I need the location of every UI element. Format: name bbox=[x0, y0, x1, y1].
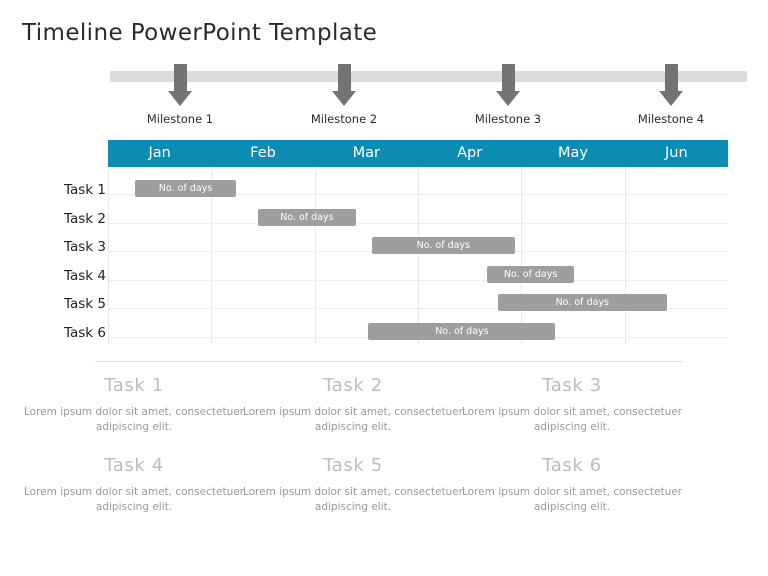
task-detail-body: Lorem ipsum dolor sit amet, consectetuer… bbox=[243, 486, 463, 513]
gantt-plot-area: No. of days No. of days No. of days No. of … bbox=[108, 167, 728, 344]
task-detail-heading: Task 5 bbox=[323, 455, 383, 476]
milestone-marker-4[interactable]: Milestone 4 bbox=[626, 64, 716, 126]
task-detail-body: Lorem ipsum dolor sit amet, consectetuer… bbox=[24, 406, 244, 433]
arrow-shaft bbox=[665, 64, 678, 92]
gantt-task-label-6: Task 6 bbox=[63, 324, 106, 341]
task-detail-heading: Task 6 bbox=[542, 455, 602, 476]
milestone-marker-3[interactable]: Milestone 3 bbox=[463, 64, 553, 126]
gantt-bar-task-6[interactable]: No. of days bbox=[368, 322, 556, 340]
task-detail-card-5: Task 5 Lorem ipsum dolor sit amet, consec… bbox=[243, 455, 463, 515]
milestone-arrow-down-icon bbox=[299, 64, 389, 108]
gantt-gridline-horizontal bbox=[108, 279, 728, 282]
arrow-head bbox=[168, 91, 192, 106]
milestone-arrow-down-icon bbox=[135, 64, 225, 108]
gantt-month-may: May bbox=[558, 145, 588, 161]
gantt-task-label-5: Task 5 bbox=[63, 296, 106, 312]
task-detail-heading: Task 2 bbox=[323, 375, 383, 396]
gantt-bar-task-3[interactable]: No. of days bbox=[371, 237, 516, 254]
task-detail-card-3: Task 3 Lorem ipsum dolor sit amet, consec… bbox=[462, 375, 682, 435]
milestone-arrow-down-icon bbox=[463, 64, 553, 108]
task-detail-heading: Task 4 bbox=[104, 455, 164, 476]
milestone-marker-1[interactable]: Milestone 1 bbox=[135, 64, 225, 126]
milestone-label: Milestone 3 bbox=[474, 112, 542, 126]
arrow-shaft bbox=[338, 64, 351, 92]
gantt-bar-task-5[interactable]: No. of days bbox=[497, 294, 668, 311]
arrow-shaft bbox=[502, 64, 515, 92]
milestone-arrow-down-icon bbox=[626, 64, 716, 108]
task-detail-heading: Task 3 bbox=[542, 375, 602, 396]
gantt-task-label-column: Task 1 Task 2 Task 3 Task 4 Task 5 Task 6 bbox=[28, 140, 106, 344]
milestone-label: Milestone 2 bbox=[310, 112, 378, 126]
task-detail-heading: Task 1 bbox=[104, 375, 164, 396]
gantt-month-header: Jan Feb Mar Apr May Jun bbox=[108, 140, 728, 167]
milestone-marker-2[interactable]: Milestone 2 bbox=[299, 64, 389, 126]
task-detail-body: Lorem ipsum dolor sit amet, consectetuer… bbox=[243, 406, 463, 433]
task-detail-card-2: Task 2 Lorem ipsum dolor sit amet, consec… bbox=[243, 375, 463, 435]
task-detail-card-6: Task 6 Lorem ipsum dolor sit amet, consec… bbox=[462, 455, 682, 515]
task-detail-body: Lorem ipsum dolor sit amet, consectetuer… bbox=[24, 486, 244, 513]
task-detail-card-1: Task 1 Lorem ipsum dolor sit amet, consec… bbox=[24, 375, 244, 435]
gantt-task-label-3: Task 3 bbox=[63, 239, 106, 255]
arrow-head bbox=[659, 91, 683, 106]
gantt-month-jun: Jun bbox=[664, 145, 688, 161]
gantt-task-label-1: Task 1 bbox=[63, 182, 106, 198]
milestone-timeline: Milestone 1 Milestone 2 Milestone 3 Milesto… bbox=[0, 0, 768, 130]
gantt-bar-task-2[interactable]: No. of days bbox=[257, 208, 356, 226]
gantt-bar-task-4[interactable]: No. of days bbox=[487, 265, 575, 283]
gantt-chart: Jan Feb Mar Apr May Jun No. of days No. of day… bbox=[108, 140, 728, 344]
gantt-month-mar: Mar bbox=[352, 145, 380, 161]
task-detail-card-4: Task 4 Lorem ipsum dolor sit amet, consec… bbox=[24, 455, 244, 515]
gantt-month-feb: Feb bbox=[250, 145, 276, 161]
gantt-gridline-horizontal bbox=[108, 222, 728, 225]
task-detail-body: Lorem ipsum dolor sit amet, consectetuer… bbox=[462, 406, 682, 433]
milestone-label: Milestone 1 bbox=[146, 112, 214, 126]
task-detail-body: Lorem ipsum dolor sit amet, consectetuer… bbox=[462, 486, 682, 513]
gantt-month-apr: Apr bbox=[457, 145, 483, 161]
milestone-label: Milestone 4 bbox=[637, 112, 705, 126]
gantt-bar-task-1[interactable]: No. of days bbox=[134, 180, 237, 197]
gantt-task-label-2: Task 2 bbox=[63, 210, 106, 227]
arrow-head bbox=[496, 91, 520, 106]
section-divider bbox=[95, 361, 683, 362]
arrow-shaft bbox=[174, 64, 187, 92]
gantt-month-jan: Jan bbox=[148, 145, 171, 161]
task-description-grid: Task 1 Lorem ipsum dolor sit amet, consec… bbox=[0, 375, 768, 575]
arrow-head bbox=[332, 91, 356, 106]
gantt-task-label-4: Task 4 bbox=[63, 267, 106, 284]
